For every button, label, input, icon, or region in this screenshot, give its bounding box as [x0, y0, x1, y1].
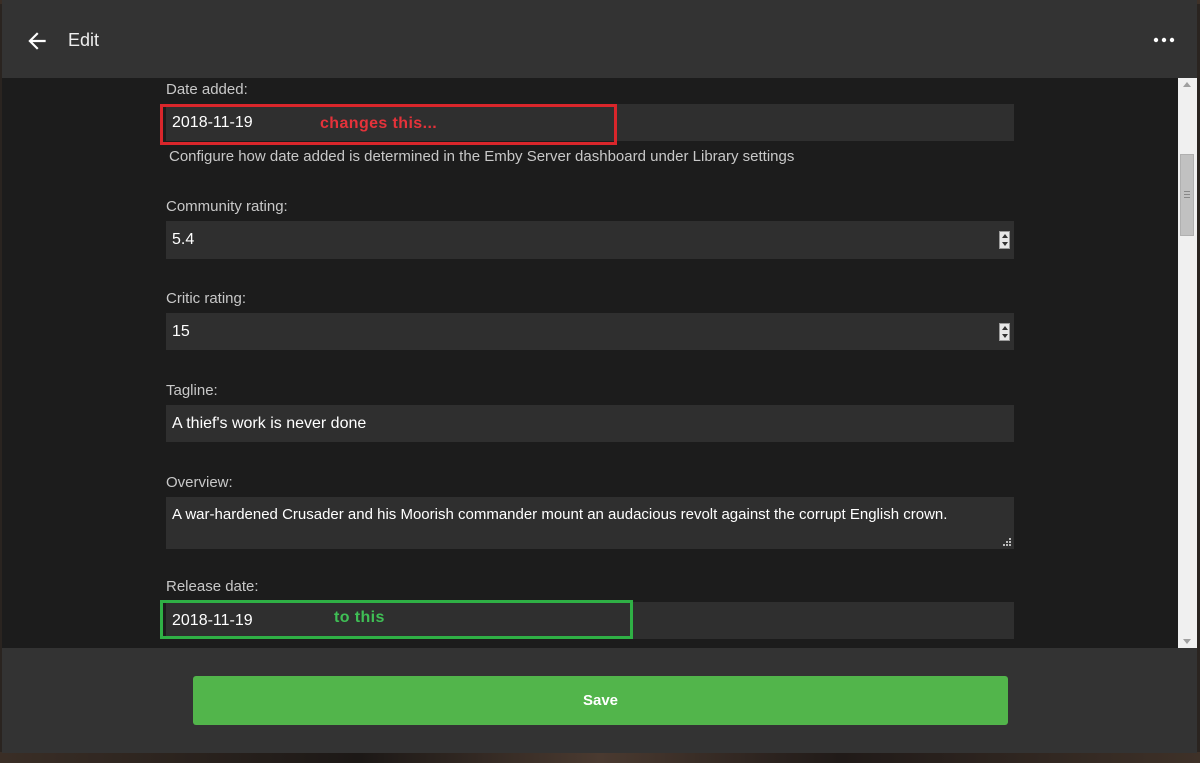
critic-rating-input[interactable]: 15	[166, 313, 1014, 350]
green-annotation-box	[160, 600, 633, 639]
scrollbar-thumb[interactable]	[1180, 154, 1194, 236]
dialog-header: Edit	[2, 0, 1197, 78]
grip-line	[1184, 194, 1190, 195]
red-annotation-text: changes this...	[320, 115, 438, 132]
more-horizontal-icon	[1153, 37, 1175, 43]
save-button[interactable]: Save	[193, 676, 1008, 725]
date-added-label: Date added:	[166, 81, 248, 98]
tagline-input[interactable]: A thief's work is never done	[166, 405, 1014, 442]
spinner-up-icon[interactable]	[1002, 234, 1008, 238]
page-title: Edit	[68, 30, 100, 50]
community-rating-label: Community rating:	[166, 198, 288, 215]
tagline-value: A thief's work is never done	[172, 414, 367, 432]
spinner-up-icon[interactable]	[1002, 325, 1008, 330]
overview-textarea[interactable]: A war-hardened Crusader and his Moorish …	[166, 497, 1014, 549]
overview-label: Overview:	[166, 474, 233, 491]
grip-line	[1184, 191, 1190, 192]
community-rating-value: 5.4	[172, 231, 195, 248]
community-rating-input[interactable]: 5.4	[166, 221, 1014, 259]
scroll-down-icon[interactable]	[1183, 639, 1191, 644]
critic-rating-value: 15	[172, 322, 190, 340]
arrow-left-icon	[28, 32, 46, 50]
release-date-label: Release date:	[166, 578, 259, 595]
tagline-label: Tagline:	[166, 382, 218, 399]
spinner-down-icon[interactable]	[1002, 242, 1008, 246]
vertical-scrollbar[interactable]	[1178, 78, 1197, 648]
date-added-help-text: Configure how date added is determined i…	[169, 148, 795, 165]
edit-dialog: Edit Date added: 2018-11-19 Configure ho…	[2, 0, 1197, 753]
back-button[interactable]	[24, 28, 50, 54]
critic-rating-spinner[interactable]	[999, 322, 1010, 341]
green-annotation-text: to this	[334, 609, 385, 626]
scroll-up-icon[interactable]	[1183, 82, 1191, 87]
community-rating-spinner[interactable]	[999, 231, 1010, 249]
resize-grip-icon[interactable]	[1003, 538, 1011, 546]
form-scroll-area[interactable]: Date added: 2018-11-19 Configure how dat…	[2, 78, 1178, 648]
critic-rating-label: Critic rating:	[166, 290, 247, 307]
dialog-footer: Save	[2, 648, 1197, 753]
more-button[interactable]	[1152, 30, 1176, 50]
background-photo-bottom	[0, 752, 1200, 763]
grip-line	[1184, 197, 1190, 198]
spinner-down-icon[interactable]	[1002, 333, 1008, 338]
overview-value: A war-hardened Crusader and his Moorish …	[172, 506, 948, 523]
